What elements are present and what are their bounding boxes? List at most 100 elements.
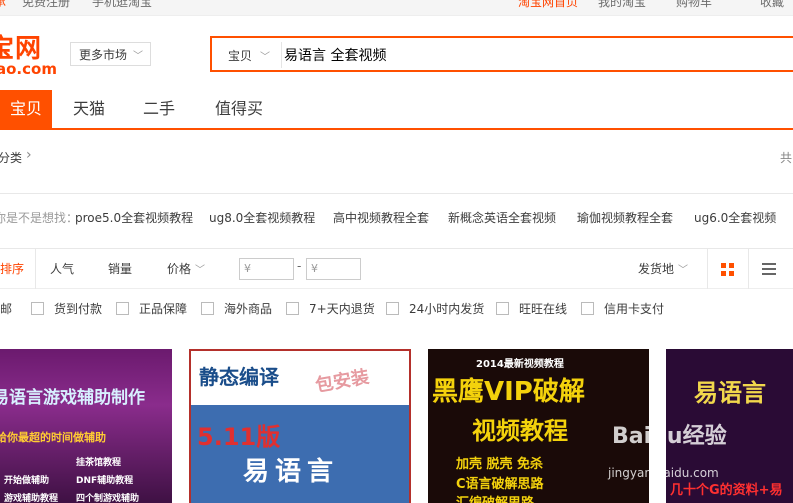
result-count-label: 共: [780, 151, 793, 165]
product-title: 静态编译: [199, 365, 279, 389]
watermark-site: jingyan.baidu.com: [608, 466, 719, 480]
related-search-link[interactable]: ug8.0全套视频教程: [209, 209, 315, 226]
top-link-0[interactable]: 承: [0, 0, 6, 10]
sort-price-label: 价格: [167, 262, 192, 276]
cart-link[interactable]: 购物车: [676, 0, 712, 10]
related-searches-label: 你是不是想找：: [0, 211, 79, 225]
tab-baobei[interactable]: 宝贝: [0, 90, 52, 128]
price-min-input[interactable]: ¥: [239, 258, 294, 280]
product-title: 易语言游戏辅助制作: [0, 388, 145, 408]
product-version: 5.11版: [197, 423, 281, 451]
chevron-down-icon: ﹀: [260, 51, 271, 63]
search-category-select[interactable]: 宝贝 ﹀: [216, 42, 282, 68]
divider: [748, 249, 749, 289]
tab-secondhand[interactable]: 二手: [130, 90, 188, 128]
product-image[interactable]: 易语言游戏辅助制作 给你最超的时间做辅助 开始做辅助 挂茶馆教程 DNF辅助教程…: [0, 349, 172, 503]
taobao-home-link[interactable]: 淘宝网首页: [518, 0, 578, 10]
related-search-link[interactable]: 高中视频教程全套: [333, 209, 429, 226]
related-search-link[interactable]: proe5.0全套视频教程: [75, 209, 193, 226]
filter-label: 货到付款: [54, 302, 103, 316]
product-line: 加壳 脱壳 免杀: [456, 457, 544, 472]
sort-bar: 综合排序 人气 销量 价格﹀ ¥ - ¥ 发货地﹀: [0, 249, 793, 289]
chevron-right-icon: ›: [26, 147, 32, 163]
filter-genuine[interactable]: 正品保障: [116, 300, 187, 317]
filter-overseas[interactable]: 海外商品: [201, 300, 272, 317]
search-category-label: 宝贝: [228, 48, 253, 63]
favorites-link[interactable]: 收藏: [760, 0, 784, 10]
list-view-icon[interactable]: [762, 263, 776, 275]
filter-label: 旺旺在线: [519, 302, 568, 316]
register-link[interactable]: 免费注册: [22, 0, 70, 10]
filter-label: 包邮: [0, 302, 13, 316]
filter-label: 信用卡支付: [604, 302, 665, 316]
sort-sales[interactable]: 销量: [108, 249, 132, 289]
chevron-down-icon: ﹀: [678, 265, 689, 276]
related-search-link[interactable]: ug6.0全套视频: [694, 209, 776, 226]
checkbox[interactable]: [116, 302, 129, 315]
taobao-logo[interactable]: 宝网 ao.com: [0, 28, 60, 80]
filter-free-shipping[interactable]: 包邮: [0, 300, 12, 317]
category-row: 分类 › 共: [0, 145, 793, 171]
my-taobao-link[interactable]: 我的淘宝: [598, 0, 646, 10]
chevron-down-icon: ﹀: [195, 265, 206, 276]
product-line: DNF辅助教程: [76, 476, 134, 486]
divider: [35, 249, 36, 289]
chevron-down-icon: ﹀: [133, 50, 144, 62]
checkbox[interactable]: [386, 302, 399, 315]
product-footer: 几十个G的资料+易: [670, 483, 783, 498]
filter-credit-card[interactable]: 信用卡支付: [581, 300, 664, 317]
related-searches: 你是不是想找： proe5.0全套视频教程 ug8.0全套视频教程 高中视频教程…: [0, 201, 793, 231]
category-label[interactable]: 分类: [0, 149, 22, 166]
price-range-dash: -: [297, 259, 302, 273]
filter-wangwang-online[interactable]: 旺旺在线: [496, 300, 567, 317]
mobile-link[interactable]: 手机逛淘宝: [92, 0, 152, 10]
price-max-input[interactable]: ¥: [306, 258, 361, 280]
product-line: 游戏辅助教程: [4, 494, 59, 503]
ship-from-label: 发货地: [638, 262, 675, 276]
tab-tmall[interactable]: 天猫: [60, 90, 118, 128]
search-box: 宝贝 ﹀: [210, 36, 793, 72]
filter-24h-ship[interactable]: 24小时内发货: [386, 300, 484, 317]
sort-popularity[interactable]: 人气: [50, 249, 74, 289]
filter-row: 包邮 货到付款 正品保障 海外商品 7+天内退货 24小时内发货 旺旺在线 信用…: [0, 294, 793, 322]
product-line: C语言破解思路: [456, 477, 544, 492]
related-search-link[interactable]: 瑜伽视频教程全套: [577, 209, 673, 226]
product-line: 汇编破解思路: [456, 492, 534, 503]
checkbox[interactable]: [201, 302, 214, 315]
divider: [0, 193, 793, 194]
filter-cod[interactable]: 货到付款: [31, 300, 102, 317]
product-title-2: 视频教程: [472, 417, 568, 445]
checkbox[interactable]: [286, 302, 299, 315]
product-subtitle: 给你最超的时间做辅助: [0, 431, 106, 444]
product-title: 黑鹰VIP破解: [432, 377, 585, 407]
checkbox[interactable]: [581, 302, 594, 315]
product-line: 挂茶馆教程: [76, 458, 122, 468]
product-image[interactable]: 静态编译 包安装 5.11版 易语言: [189, 349, 411, 503]
checkbox[interactable]: [496, 302, 509, 315]
related-search-link[interactable]: 新概念英语全套视频: [448, 209, 556, 226]
sort-price[interactable]: 价格 ﹀: [167, 249, 205, 289]
checkbox[interactable]: [31, 302, 44, 315]
divider: [707, 249, 708, 289]
filter-label: 海外商品: [224, 302, 273, 316]
product-line: 开始做辅助: [4, 476, 50, 486]
filter-label: 正品保障: [139, 302, 188, 316]
filter-label: 7+天内退货: [309, 302, 375, 316]
product-banner: 2014最新视频教程: [476, 359, 564, 370]
ship-from-dropdown[interactable]: 发货地 ﹀: [638, 249, 688, 289]
tab-worth-buying[interactable]: 值得买: [205, 90, 273, 128]
watermark-brand: Baidu经验: [612, 424, 727, 449]
more-market-dropdown[interactable]: 更多市场 ﹀: [70, 42, 151, 66]
top-bar: 承 免费注册 手机逛淘宝 淘宝网首页 我的淘宝 购物车 收藏: [0, 0, 793, 16]
filter-label: 24小时内发货: [409, 302, 485, 316]
product-name: 易语言: [243, 457, 340, 487]
grid-view-icon[interactable]: [721, 263, 734, 276]
main-tabs: 宝贝 天猫 二手 值得买: [0, 90, 793, 130]
search-input[interactable]: [284, 42, 784, 68]
product-line: 四个制游戏辅助: [76, 494, 140, 503]
filter-7day-return[interactable]: 7+天内退货: [286, 300, 375, 317]
logo-domain: ao.com: [0, 60, 57, 78]
more-market-label: 更多市场: [79, 47, 128, 62]
sort-default[interactable]: 综合排序: [0, 249, 24, 289]
product-title: 易语言: [694, 379, 766, 407]
